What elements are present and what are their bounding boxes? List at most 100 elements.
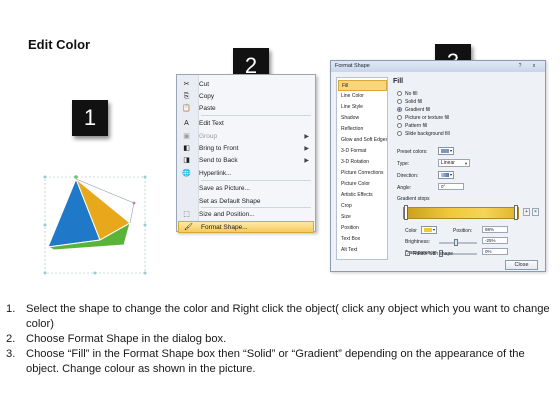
menu-item-bring-to-front[interactable]: ◧ Bring to Front ▶ (177, 143, 315, 155)
radio-label-gradient-fill: Gradient fill (405, 106, 431, 113)
nav-item-picture-color[interactable]: Picture Color (338, 179, 387, 190)
size-position-icon: ⬚ (183, 211, 190, 218)
menu-item-label: Format Shape... (201, 224, 248, 231)
nav-item-position[interactable]: Position (338, 223, 387, 234)
nav-item-3-d-rotation[interactable]: 3-D Rotation (338, 157, 387, 168)
resize-handle (43, 271, 47, 275)
nav-item-glow-and-soft-edges[interactable]: Glow and Soft Edges (338, 135, 387, 146)
nav-item-shadow[interactable]: Shadow (338, 113, 387, 124)
radio-solid-fill[interactable] (397, 99, 402, 104)
selected-shape[interactable] (28, 165, 148, 275)
brightness-label: Brightness: (405, 239, 431, 245)
chevron-right-icon: ▶ (304, 134, 309, 140)
add-stop-icon[interactable]: + (523, 208, 530, 216)
radio-slide-background-fill[interactable] (397, 131, 402, 136)
dialog-title: Format Shape (331, 61, 545, 72)
angle-label: Angle: (397, 185, 412, 191)
direction-label: Direction: (397, 173, 419, 179)
resize-handle (43, 223, 47, 227)
menu-item-save-as-picture[interactable]: Save as Picture... (177, 183, 315, 195)
copy-icon: ⎘ (183, 93, 190, 100)
position-input[interactable]: 98% (482, 226, 508, 233)
menu-item-send-to-back[interactable]: ◨ Send to Back ▶ (177, 155, 315, 167)
hyperlink-icon: 🌐 (182, 170, 191, 177)
panel-heading: Fill (393, 78, 404, 85)
nav-item-size[interactable]: Size (338, 212, 387, 223)
nav-item-reflection[interactable]: Reflection (338, 124, 387, 135)
menu-item-cut[interactable]: ✂ Cut (177, 79, 315, 91)
chevron-down-icon: ▼ (464, 161, 468, 166)
preset-colors-picker[interactable]: ▾ (438, 147, 454, 155)
format-shape-dialog: Format Shape ? x Fill Line Color Line Styl… (330, 60, 546, 272)
pyramid-shape-graphic (43, 175, 147, 275)
rotate-with-shape-checkbox[interactable]: ✓ (405, 251, 410, 257)
bring-to-front-icon: ◧ (183, 145, 190, 152)
menu-item-size-and-position[interactable]: ⬚ Size and Position... (177, 209, 315, 221)
brightness-slider-track[interactable] (439, 242, 477, 244)
menu-item-group[interactable]: ▣ Group ▶ (177, 131, 315, 143)
stop-color-picker[interactable]: ▾ (421, 226, 437, 234)
paste-icon: 📋 (182, 105, 191, 112)
radio-picture-or-texture-fill[interactable] (397, 115, 402, 120)
gradient-stop-handle[interactable] (514, 205, 518, 220)
step-badge-1: 1 (72, 100, 108, 136)
menu-item-label: Group (199, 133, 218, 140)
menu-item-hyperlink[interactable]: 🌐 Hyperlink... (177, 168, 315, 180)
radio-label-picture-or-texture-fill: Picture or texture fill (405, 114, 450, 121)
instruction-step-1: 1. Select the shape to change the color a… (6, 303, 550, 330)
brightness-input[interactable]: -25% (482, 237, 508, 244)
radio-pattern-fill[interactable] (397, 123, 402, 128)
remove-stop-icon[interactable]: × (532, 208, 539, 216)
scissors-icon: ✂ (183, 81, 190, 88)
instruction-list: 1. Select the shape to change the color a… (6, 302, 554, 377)
nav-item-picture-corrections[interactable]: Picture Corrections (338, 168, 387, 179)
type-label: Type: (397, 161, 410, 167)
type-dropdown[interactable]: Linear ▼ (438, 159, 470, 167)
radio-no-fill[interactable] (397, 91, 402, 96)
brightness-slider-thumb[interactable] (454, 239, 458, 246)
direction-picker[interactable]: ▾ (438, 171, 454, 179)
transparency-input[interactable]: 0% (482, 248, 508, 255)
adjust-handle (132, 201, 136, 205)
fill-panel: Fill No fill Solid fill Gradient fill Pictu… (393, 77, 541, 257)
radio-label-slide-background-fill: Slide background fill (405, 130, 450, 137)
angle-input[interactable]: 0° (438, 183, 464, 190)
close-button[interactable]: Close (505, 260, 538, 270)
menu-item-label: Send to Back (199, 157, 238, 164)
nav-item-crop[interactable]: Crop (338, 201, 387, 212)
menu-item-label: Hyperlink... (199, 170, 232, 177)
radio-label-solid-fill: Solid fill (405, 98, 423, 105)
menu-item-label: Bring to Front (199, 145, 239, 152)
nav-item-alt-text[interactable]: Alt Text (338, 245, 387, 256)
resize-handle (43, 175, 47, 179)
menu-item-copy[interactable]: ⎘ Copy (177, 91, 315, 103)
nav-item-line-color[interactable]: Line Color (338, 91, 387, 102)
menu-separator (201, 180, 311, 181)
nav-item-line-style[interactable]: Line Style (338, 102, 387, 113)
nav-item-fill[interactable]: Fill (338, 80, 387, 91)
gradient-stops-bar[interactable] (403, 207, 519, 219)
help-icon[interactable]: ? (515, 63, 525, 70)
slide-title: Edit Color (28, 37, 91, 52)
resize-handle (143, 175, 147, 179)
radio-gradient-fill[interactable] (397, 107, 402, 112)
menu-item-label: Save as Picture... (199, 185, 250, 192)
resize-handle (93, 271, 97, 275)
nav-item-artistic-effects[interactable]: Artistic Effects (338, 190, 387, 201)
send-to-back-icon: ◨ (183, 157, 190, 164)
menu-separator (201, 207, 311, 208)
close-icon[interactable]: x (529, 63, 539, 70)
rotate-handle (74, 175, 78, 179)
gradient-stops-label: Gradient stops (397, 196, 430, 202)
menu-item-format-shape[interactable]: 🖌 Format Shape... (178, 221, 314, 233)
menu-item-edit-text[interactable]: A Edit Text (177, 118, 315, 130)
preset-colors-label: Preset colors: (397, 149, 428, 155)
edit-text-icon: A (184, 120, 189, 127)
nav-item-3-d-format[interactable]: 3-D Format (338, 146, 387, 157)
menu-item-label: Paste (199, 105, 216, 112)
nav-item-text-box[interactable]: Text Box (338, 234, 387, 245)
gradient-stop-handle[interactable] (404, 205, 408, 220)
menu-item-paste[interactable]: 📋 Paste (177, 103, 315, 115)
chevron-right-icon: ▶ (304, 158, 309, 164)
menu-item-label: Copy (199, 93, 215, 100)
